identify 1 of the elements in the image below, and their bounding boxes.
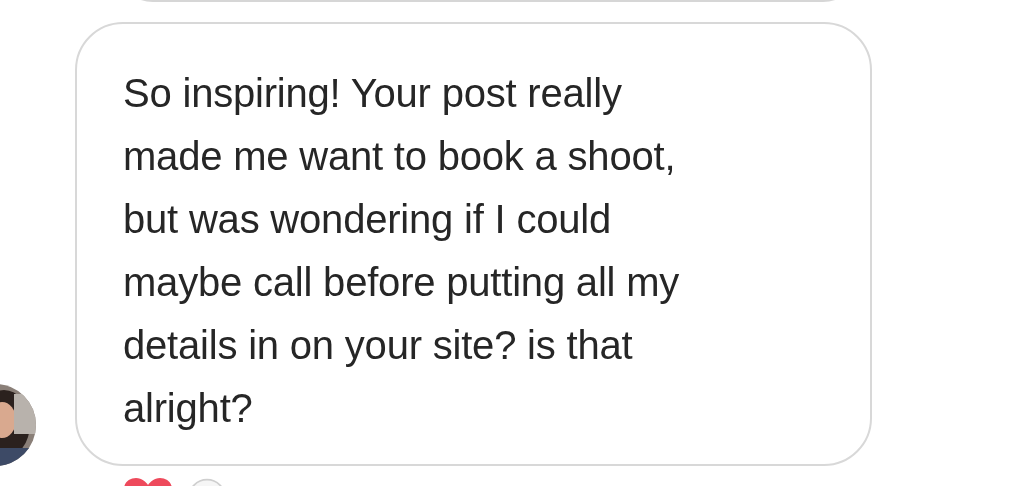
message-text: So inspiring! Your post really made me want to book a shoot, but was wondering if I could maybe call before putting all my details in on your site? is that alright? bbox=[123, 70, 681, 432]
